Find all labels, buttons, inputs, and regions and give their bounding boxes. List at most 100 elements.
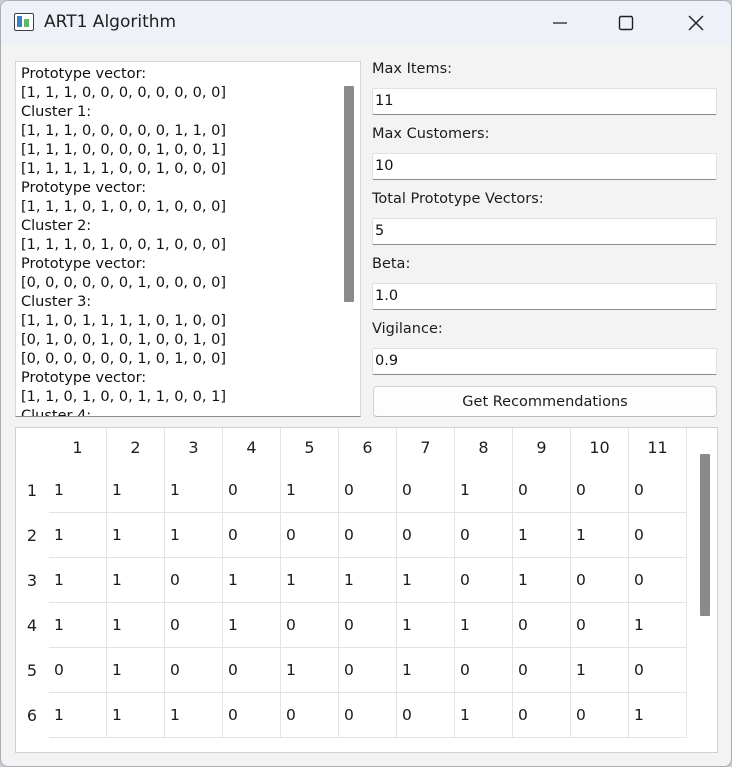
- beta-input[interactable]: 1.0: [372, 283, 717, 310]
- table-cell[interactable]: 1: [107, 468, 165, 513]
- table-cell[interactable]: 1: [165, 513, 223, 558]
- table-cell[interactable]: 0: [165, 648, 223, 693]
- table-cell[interactable]: 0: [223, 648, 281, 693]
- table-cell[interactable]: 0: [223, 693, 281, 738]
- table-cell[interactable]: 0: [397, 693, 455, 738]
- total-prototypes-input[interactable]: 5: [372, 218, 717, 245]
- table-cell[interactable]: 1: [513, 513, 571, 558]
- column-header[interactable]: 6: [339, 428, 397, 468]
- table-cell[interactable]: 1: [629, 693, 687, 738]
- minimize-button[interactable]: [537, 1, 583, 45]
- table-cell[interactable]: 1: [49, 513, 107, 558]
- table-cell[interactable]: 0: [281, 513, 339, 558]
- table-cell[interactable]: 1: [107, 693, 165, 738]
- column-header[interactable]: 10: [571, 428, 629, 468]
- table-cell[interactable]: 0: [339, 468, 397, 513]
- table-cell[interactable]: 1: [165, 468, 223, 513]
- table-cell[interactable]: 1: [281, 648, 339, 693]
- column-header[interactable]: 7: [397, 428, 455, 468]
- row-header[interactable]: 1: [16, 468, 48, 513]
- row-header[interactable]: 6: [16, 693, 48, 738]
- table-cell[interactable]: 0: [513, 603, 571, 648]
- table-cell[interactable]: 0: [513, 648, 571, 693]
- table-cell[interactable]: 1: [49, 603, 107, 648]
- table-cell[interactable]: 1: [223, 558, 281, 603]
- table-cell[interactable]: 1: [455, 693, 513, 738]
- row-header[interactable]: 5: [16, 648, 48, 693]
- table-cell[interactable]: 0: [629, 513, 687, 558]
- maximize-button[interactable]: [603, 1, 649, 45]
- column-header[interactable]: 3: [165, 428, 223, 468]
- table-cell[interactable]: 1: [49, 693, 107, 738]
- table-cell[interactable]: 1: [571, 513, 629, 558]
- row-header[interactable]: 3: [16, 558, 48, 603]
- output-text-area[interactable]: Prototype vector: [1, 1, 1, 0, 0, 0, 0, …: [15, 61, 361, 417]
- table-cell[interactable]: 1: [107, 603, 165, 648]
- max-items-input[interactable]: 11: [372, 88, 717, 115]
- table-cell[interactable]: 1: [571, 648, 629, 693]
- max-items-label: Max Items:: [372, 61, 453, 77]
- row-header[interactable]: 4: [16, 603, 48, 648]
- table-cell[interactable]: 0: [455, 558, 513, 603]
- table-cell[interactable]: 1: [281, 558, 339, 603]
- title-bar[interactable]: ART1 Algorithm: [1, 1, 731, 45]
- table-cell[interactable]: 0: [571, 558, 629, 603]
- column-header[interactable]: 2: [107, 428, 165, 468]
- table-cell[interactable]: 0: [455, 513, 513, 558]
- table-cell[interactable]: 1: [107, 558, 165, 603]
- app-icon-bar-blue: [17, 16, 22, 27]
- table-cell[interactable]: 1: [49, 558, 107, 603]
- table-cell[interactable]: 0: [397, 468, 455, 513]
- table-cell[interactable]: 0: [339, 603, 397, 648]
- table-cell[interactable]: 1: [397, 558, 455, 603]
- table-cell[interactable]: 1: [397, 603, 455, 648]
- column-header[interactable]: 11: [629, 428, 687, 468]
- column-header[interactable]: 4: [223, 428, 281, 468]
- data-table[interactable]: 1 2 3 4 5 6 7 8 9 10 11 1 1 1 1 0 1 0 0 1 0 0 0 2 1 1 1 0 0 0 0 0 1 1 0 3 1 1…: [15, 427, 718, 753]
- table-cell[interactable]: 0: [165, 558, 223, 603]
- table-cell[interactable]: 0: [455, 648, 513, 693]
- vigilance-input[interactable]: 0.9: [372, 348, 717, 375]
- table-cell[interactable]: 1: [107, 513, 165, 558]
- table-cell[interactable]: 0: [571, 468, 629, 513]
- column-header[interactable]: 9: [513, 428, 571, 468]
- table-cell[interactable]: 0: [223, 513, 281, 558]
- close-button[interactable]: [673, 1, 719, 45]
- table-cell[interactable]: 0: [571, 603, 629, 648]
- table-cell[interactable]: 0: [281, 693, 339, 738]
- table-cell[interactable]: 0: [629, 558, 687, 603]
- table-cell[interactable]: 0: [513, 693, 571, 738]
- table-cell[interactable]: 1: [223, 603, 281, 648]
- row-header[interactable]: 2: [16, 513, 48, 558]
- table-cell[interactable]: 0: [339, 513, 397, 558]
- table-cell[interactable]: 1: [339, 558, 397, 603]
- output-scrollbar-thumb[interactable]: [344, 86, 354, 302]
- table-cell[interactable]: 0: [165, 603, 223, 648]
- table-cell[interactable]: 1: [513, 558, 571, 603]
- table-cell[interactable]: 0: [629, 468, 687, 513]
- table-cell[interactable]: 1: [397, 648, 455, 693]
- table-cell[interactable]: 1: [455, 603, 513, 648]
- table-cell[interactable]: 0: [629, 648, 687, 693]
- table-cell[interactable]: 0: [339, 648, 397, 693]
- table-cell[interactable]: 1: [629, 603, 687, 648]
- table-cell[interactable]: 1: [165, 693, 223, 738]
- column-header[interactable]: 5: [281, 428, 339, 468]
- output-line: [1, 1, 1, 0, 0, 0, 0, 0, 1, 1, 0]: [21, 123, 226, 139]
- table-cell[interactable]: 0: [281, 603, 339, 648]
- table-cell[interactable]: 0: [49, 648, 107, 693]
- column-header[interactable]: 1: [49, 428, 107, 468]
- table-cell[interactable]: 0: [397, 513, 455, 558]
- column-header[interactable]: 8: [455, 428, 513, 468]
- table-cell[interactable]: 0: [223, 468, 281, 513]
- table-cell[interactable]: 0: [339, 693, 397, 738]
- table-scrollbar-thumb[interactable]: [700, 454, 710, 616]
- table-cell[interactable]: 1: [49, 468, 107, 513]
- table-cell[interactable]: 0: [571, 693, 629, 738]
- table-cell[interactable]: 1: [455, 468, 513, 513]
- table-cell[interactable]: 0: [513, 468, 571, 513]
- max-customers-input[interactable]: 10: [372, 153, 717, 180]
- table-cell[interactable]: 1: [281, 468, 339, 513]
- get-recommendations-button[interactable]: Get Recommendations: [373, 386, 717, 417]
- table-cell[interactable]: 1: [107, 648, 165, 693]
